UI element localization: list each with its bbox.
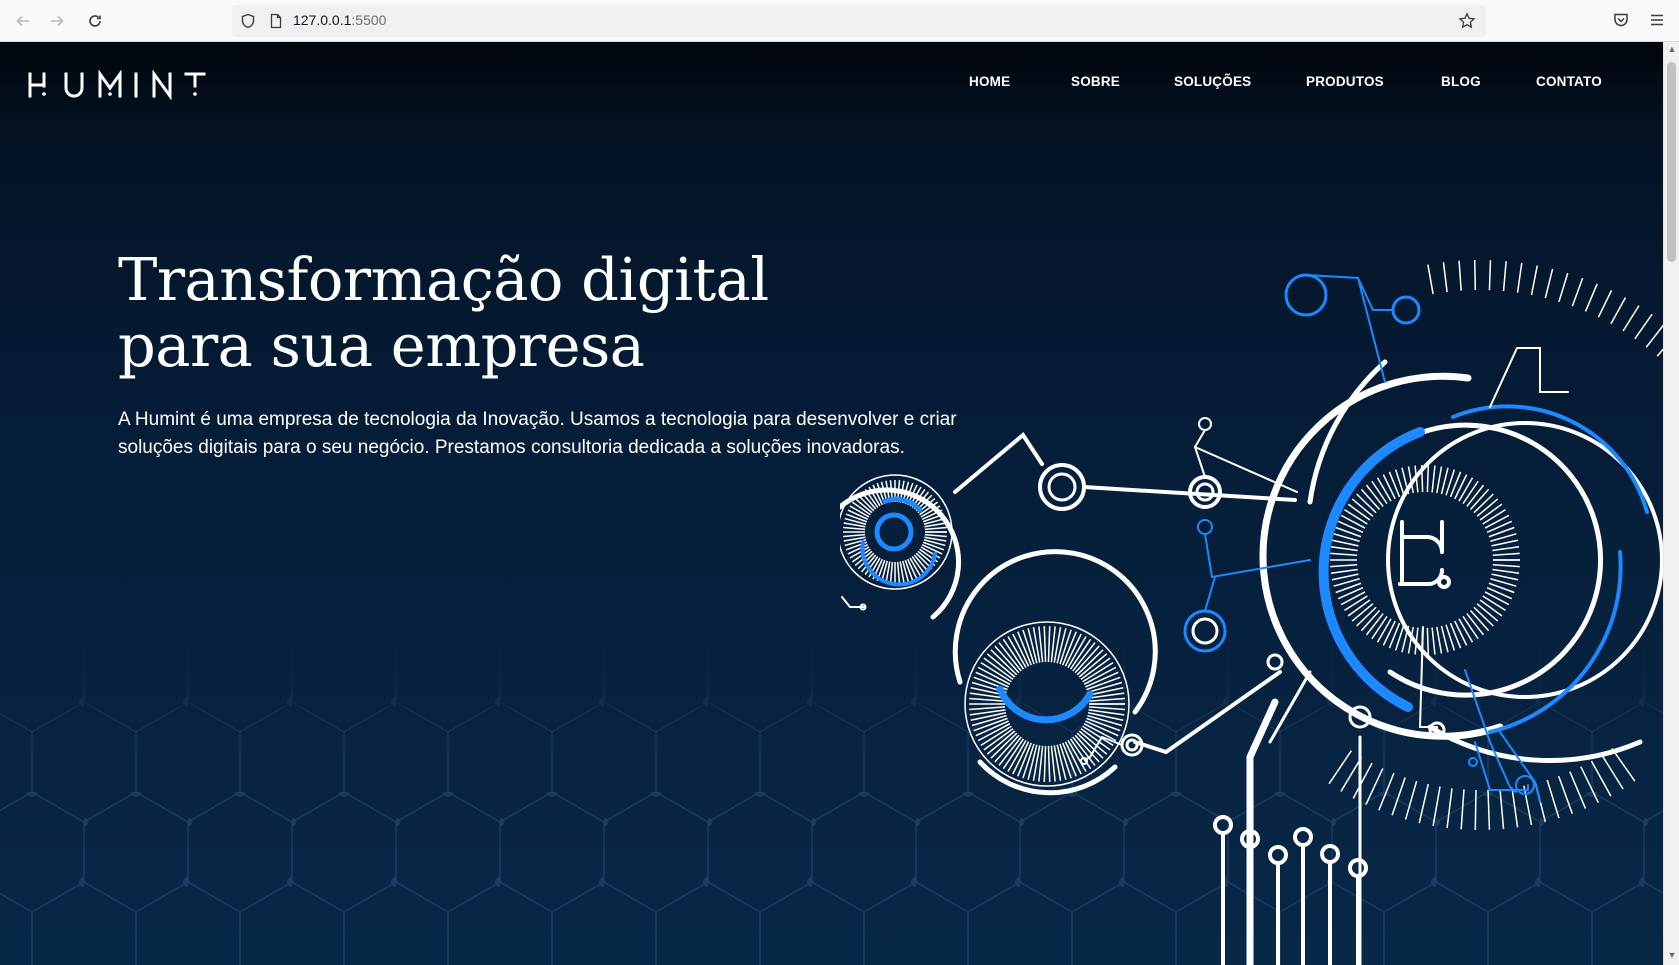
browser-toolbar: 127.0.0.1:5500 (0, 0, 1679, 42)
nav-home[interactable]: HOME (969, 74, 1010, 89)
hero-title: Transformação digital para sua empresa (118, 247, 918, 379)
back-arrow-icon[interactable] (11, 9, 35, 33)
main-navigation: HOME SOBRE SOLUÇÕES PRODUTOS BLOG CONTAT… (0, 74, 1663, 98)
url-host: 127.0.0.1 (293, 12, 352, 28)
nav-contato[interactable]: CONTATO (1536, 74, 1602, 89)
address-bar[interactable]: 127.0.0.1:5500 (232, 5, 1486, 37)
nav-sobre[interactable]: SOBRE (1071, 74, 1120, 89)
bookmark-star-icon[interactable] (1458, 12, 1476, 30)
menu-icon[interactable] (1648, 11, 1666, 29)
scroll-up-icon[interactable]: ▲ (1667, 44, 1677, 54)
circuit-illustration (840, 260, 1663, 965)
scroll-down-icon[interactable]: ▼ (1667, 950, 1677, 960)
nav-blog[interactable]: BLOG (1441, 74, 1481, 89)
pocket-icon[interactable] (1612, 11, 1630, 29)
scrollbar-thumb[interactable] (1667, 62, 1676, 262)
hero-title-line-2: para sua empresa (118, 311, 645, 380)
url-text[interactable]: 127.0.0.1:5500 (293, 12, 386, 28)
shield-icon[interactable] (240, 13, 256, 29)
url-port: :5500 (351, 12, 387, 28)
page-viewport: HOME SOBRE SOLUÇÕES PRODUTOS BLOG CONTAT… (0, 42, 1663, 965)
nav-produtos[interactable]: PRODUTOS (1306, 74, 1384, 89)
page-icon[interactable] (268, 13, 284, 29)
forward-arrow-icon[interactable] (45, 9, 69, 33)
vertical-scrollbar[interactable]: ▲ ▼ (1663, 42, 1679, 965)
hero-title-line-1: Transformação digital (118, 245, 769, 314)
reload-icon[interactable] (83, 9, 107, 33)
nav-solucoes[interactable]: SOLUÇÕES (1174, 74, 1251, 89)
